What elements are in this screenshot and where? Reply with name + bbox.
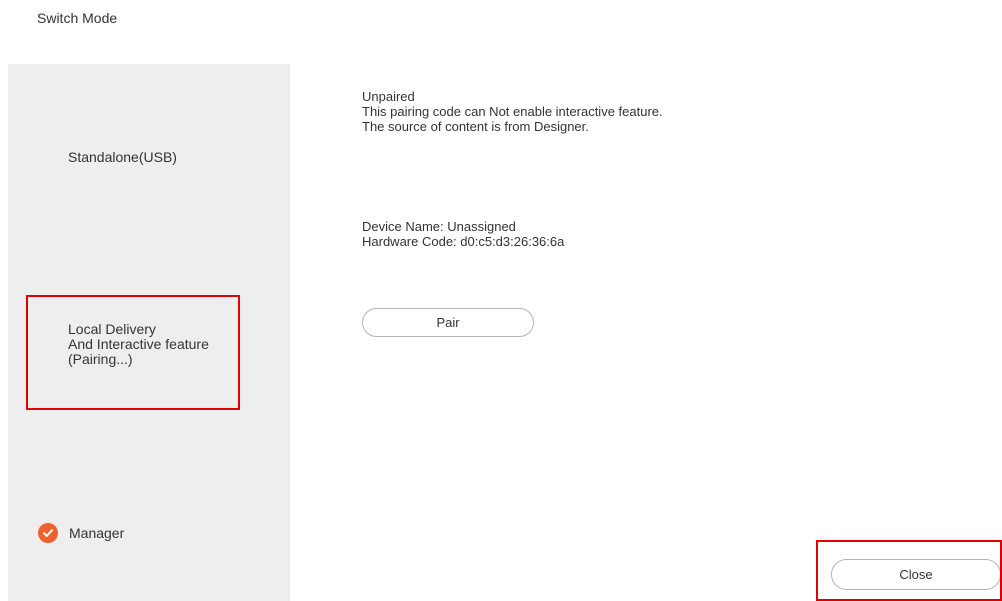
mode-local-label-line1: Local Delivery: [68, 321, 156, 337]
hardware-code: Hardware Code: d0:c5:d3:26:36:6a: [362, 234, 565, 249]
mode-manager[interactable]: Manager: [38, 523, 124, 543]
mode-standalone-usb[interactable]: Standalone(USB): [68, 150, 177, 165]
mode-local-label-line3: (Pairing...): [68, 351, 133, 367]
status-line: The source of content is from Designer.: [362, 119, 589, 134]
status-line: This pairing code can Not enable interac…: [362, 104, 663, 119]
mode-sidebar: Standalone(USB) Local Delivery And Inter…: [8, 64, 290, 601]
pairing-status: Unpaired This pairing code can Not enabl…: [362, 89, 663, 134]
mode-local-label-line2: And Interactive feature: [68, 336, 209, 352]
mode-standalone-label: Standalone(USB): [68, 149, 177, 165]
pair-button[interactable]: Pair: [362, 308, 534, 337]
device-name: Device Name: Unassigned: [362, 219, 516, 234]
switch-mode-dialog: Switch Mode Standalone(USB) Local Delive…: [0, 0, 1002, 601]
checkmark-circle-icon: [38, 523, 58, 543]
mode-manager-label: Manager: [69, 524, 125, 541]
status-line: Unpaired: [362, 89, 415, 104]
mode-local-delivery[interactable]: Local Delivery And Interactive feature (…: [68, 322, 209, 367]
close-button[interactable]: Close: [831, 559, 1001, 590]
device-info: Device Name: Unassigned Hardware Code: d…: [362, 219, 564, 249]
dialog-title: Switch Mode: [37, 10, 118, 26]
